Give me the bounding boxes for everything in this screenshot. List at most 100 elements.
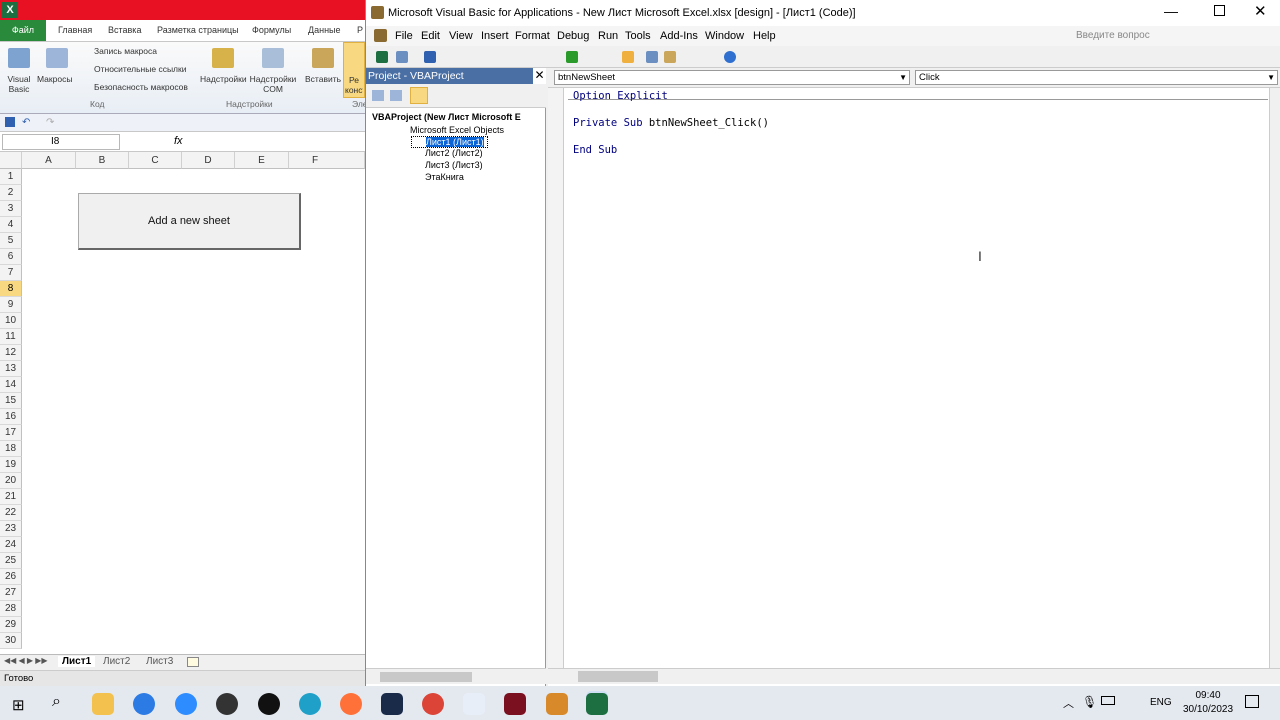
- code-line-option-explicit[interactable]: Option Explicit: [573, 90, 668, 102]
- tree-item-sheet1[interactable]: Лист1 (Лист1): [411, 136, 488, 148]
- row-header[interactable]: 20: [0, 473, 22, 489]
- row-header[interactable]: 14: [0, 377, 22, 393]
- tree-folder-excel-objects[interactable]: Microsoft Excel Objects: [384, 125, 504, 135]
- sheet-tab-1[interactable]: Лист1: [58, 656, 96, 667]
- visual-basic-icon[interactable]: [8, 48, 30, 68]
- view-code-icon[interactable]: [372, 90, 384, 101]
- menu-run[interactable]: Run: [598, 30, 618, 42]
- scroll-thumb[interactable]: [380, 672, 472, 682]
- battery-icon[interactable]: [1101, 696, 1115, 705]
- menu-edit[interactable]: Edit: [421, 30, 440, 42]
- column-header[interactable]: E: [235, 152, 289, 169]
- save-icon[interactable]: [424, 51, 436, 63]
- vegas-icon[interactable]: [381, 693, 403, 715]
- excel-taskbar-icon[interactable]: [586, 693, 608, 715]
- notifications-icon[interactable]: [1245, 695, 1259, 708]
- row-header[interactable]: 18: [0, 441, 22, 457]
- tab-formulas[interactable]: Формулы: [252, 25, 291, 35]
- excel-logo-icon[interactable]: X: [2, 2, 18, 18]
- properties-icon[interactable]: [664, 51, 676, 63]
- row-header[interactable]: 12: [0, 345, 22, 361]
- file-explorer-icon[interactable]: [92, 693, 114, 715]
- row-header[interactable]: 8: [0, 281, 22, 297]
- row-header[interactable]: 7: [0, 265, 22, 281]
- add-new-sheet-button[interactable]: Add a new sheet: [78, 193, 301, 250]
- addins-button[interactable]: Надстройки: [200, 74, 247, 84]
- undo-icon[interactable]: ↶: [22, 117, 30, 128]
- chevron-up-icon[interactable]: ︿: [1063, 695, 1074, 711]
- menu-help[interactable]: Help: [753, 30, 776, 42]
- firefox-icon[interactable]: [340, 693, 362, 715]
- row-header[interactable]: 29: [0, 617, 22, 633]
- insert-control-button[interactable]: Вставить: [305, 74, 341, 84]
- addins-icon[interactable]: [212, 48, 234, 68]
- run-icon[interactable]: [566, 51, 578, 63]
- chevron-down-icon[interactable]: ▼: [899, 71, 907, 84]
- select-all-corner[interactable]: [0, 152, 22, 169]
- help-icon[interactable]: [724, 51, 736, 63]
- row-header[interactable]: 23: [0, 521, 22, 537]
- menu-debug[interactable]: Debug: [557, 30, 589, 42]
- row-header[interactable]: 27: [0, 585, 22, 601]
- macros-button[interactable]: Макросы: [37, 74, 72, 84]
- com-addins-icon[interactable]: [262, 48, 284, 68]
- tiktok-icon[interactable]: [258, 693, 280, 715]
- taskbar-clock[interactable]: 09:40 30/10/2023: [1178, 689, 1238, 717]
- row-header[interactable]: 15: [0, 393, 22, 409]
- maximize-icon[interactable]: [1214, 5, 1225, 16]
- menu-file[interactable]: File: [395, 30, 413, 42]
- app-icon[interactable]: [504, 693, 526, 715]
- view-excel-icon[interactable]: [376, 51, 388, 63]
- menu-view[interactable]: View: [449, 30, 473, 42]
- row-header[interactable]: 11: [0, 329, 22, 345]
- microphone-icon[interactable]: 🎙: [1082, 695, 1097, 709]
- row-header[interactable]: 22: [0, 505, 22, 521]
- toggle-folders-icon[interactable]: [410, 87, 428, 104]
- code-vertical-scrollbar[interactable]: [1269, 88, 1280, 668]
- language-indicator[interactable]: ENG: [1150, 697, 1172, 708]
- name-box[interactable]: I8: [2, 134, 120, 150]
- word-icon[interactable]: [463, 693, 485, 715]
- tree-item-sheet3[interactable]: Лист3 (Лист3): [411, 160, 483, 170]
- tab-file[interactable]: Файл: [0, 20, 46, 41]
- row-header[interactable]: 17: [0, 425, 22, 441]
- chrome-icon[interactable]: [422, 693, 444, 715]
- row-header[interactable]: 24: [0, 537, 22, 553]
- procedure-combo[interactable]: Click ▼: [915, 70, 1278, 85]
- chevron-down-icon[interactable]: ▼: [1267, 71, 1275, 84]
- menu-format[interactable]: Format: [515, 30, 550, 42]
- view-object-icon[interactable]: [390, 90, 402, 101]
- row-header[interactable]: 9: [0, 297, 22, 313]
- code-horizontal-scrollbar[interactable]: [548, 668, 1280, 684]
- row-header[interactable]: 30: [0, 633, 22, 649]
- design-mode-icon[interactable]: [622, 51, 634, 63]
- macros-icon[interactable]: [46, 48, 68, 68]
- menu-tools[interactable]: Tools: [625, 30, 651, 42]
- macro-security-button[interactable]: Безопасность макросов: [82, 82, 188, 92]
- menu-addins[interactable]: Add-Ins: [660, 30, 698, 42]
- record-macro-button[interactable]: Запись макроса: [82, 46, 157, 56]
- scroll-thumb[interactable]: [578, 671, 658, 682]
- zoom-icon[interactable]: [175, 693, 197, 715]
- windows-start-icon[interactable]: ⊞: [12, 696, 25, 714]
- project-horizontal-scrollbar[interactable]: [366, 668, 546, 684]
- help-search-input[interactable]: Введите вопрос: [1076, 30, 1150, 41]
- column-header[interactable]: D: [182, 152, 235, 169]
- tab-page-layout[interactable]: Разметка страницы: [157, 25, 239, 35]
- app-icon[interactable]: [546, 693, 568, 715]
- vbe-app-icon[interactable]: [371, 6, 384, 19]
- close-pane-icon[interactable]: ✕: [533, 68, 546, 84]
- relative-refs-button[interactable]: Относительные ссылки: [82, 64, 186, 74]
- menu-insert[interactable]: Insert: [481, 30, 509, 42]
- column-header[interactable]: C: [129, 152, 182, 169]
- column-header[interactable]: F: [289, 152, 365, 169]
- tree-root[interactable]: VBAProject (New Лист Microsoft E: [372, 112, 521, 122]
- close-icon[interactable]: ✕: [1254, 2, 1267, 20]
- com-addins-button[interactable]: Надстройки COM: [249, 74, 297, 94]
- row-header[interactable]: 1: [0, 169, 22, 185]
- redo-icon[interactable]: ↷: [46, 117, 54, 128]
- insert-control-icon[interactable]: [312, 48, 334, 68]
- design-mode-button[interactable]: Ре конст: [343, 42, 365, 98]
- object-combo[interactable]: btnNewSheet ▼: [554, 70, 910, 85]
- column-header[interactable]: A: [22, 152, 76, 169]
